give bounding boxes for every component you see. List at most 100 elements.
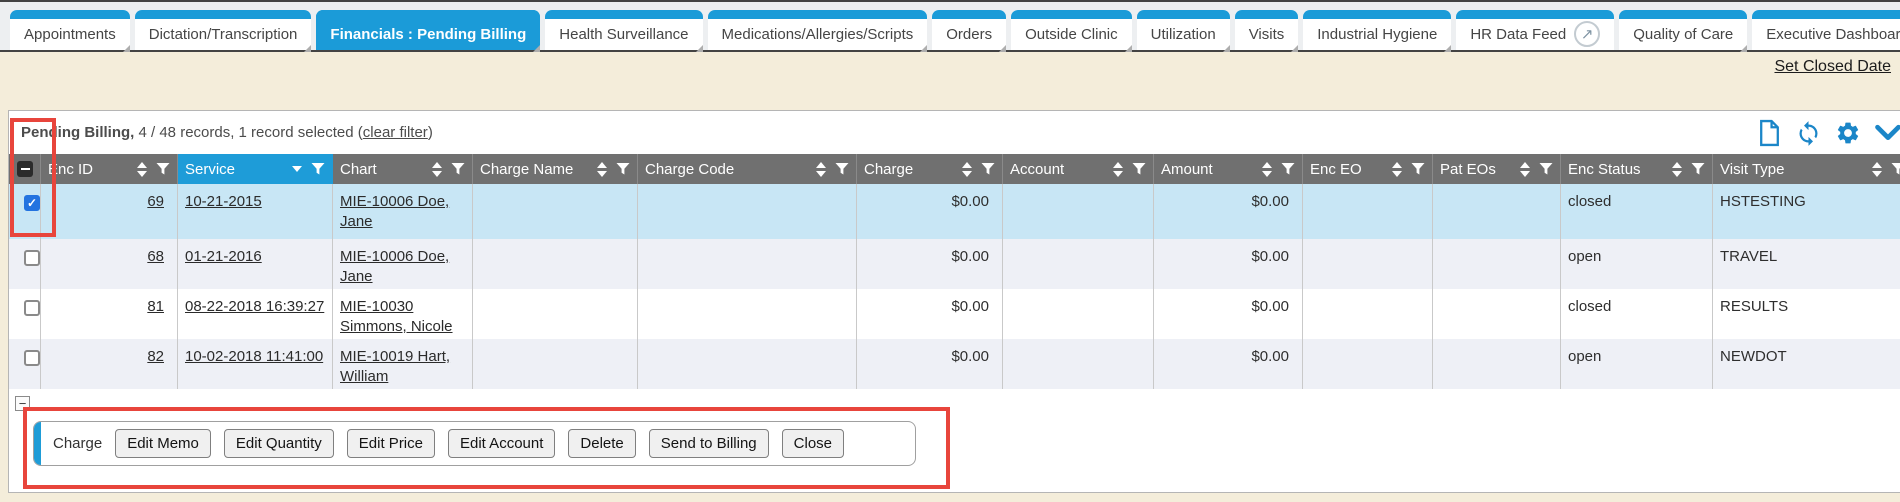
- sort-icon[interactable]: [816, 162, 826, 177]
- service-link[interactable]: 10-02-2018 11:41:00: [185, 348, 323, 365]
- chart-link[interactable]: MIE-10006 Doe, Jane: [340, 193, 449, 230]
- tab-appointments[interactable]: Appointments: [10, 10, 130, 50]
- close-button[interactable]: Close: [782, 429, 844, 458]
- header-enc-eo[interactable]: Enc EO: [1303, 154, 1433, 184]
- enc-id-link[interactable]: 68: [147, 248, 164, 265]
- header-account[interactable]: Account: [1003, 154, 1154, 184]
- sort-icon[interactable]: [1262, 162, 1272, 177]
- panel-toolbar: [1757, 119, 1900, 147]
- edit-memo-button[interactable]: Edit Memo: [115, 429, 211, 458]
- sort-icon[interactable]: [1872, 162, 1882, 177]
- header-chart[interactable]: Chart: [333, 154, 473, 184]
- filter-icon[interactable]: [1411, 162, 1425, 176]
- send-to-billing-button[interactable]: Send to Billing: [649, 429, 769, 458]
- gear-icon[interactable]: [1835, 120, 1861, 146]
- table-row: 68 01-21-2016 MIE-10006 Doe, Jane $0.00 …: [9, 239, 1900, 289]
- sort-icon[interactable]: [1113, 162, 1123, 177]
- tab-utilization[interactable]: Utilization: [1137, 10, 1230, 50]
- charge-code-cell: [638, 339, 857, 389]
- tab-bar: Appointments Dictation/Transcription Fin…: [0, 0, 1900, 52]
- select-all-checkbox[interactable]: [17, 161, 33, 177]
- sort-icon[interactable]: [137, 162, 147, 177]
- document-icon[interactable]: [1757, 119, 1782, 147]
- column-label: Chart: [340, 161, 377, 178]
- filter-icon[interactable]: [835, 162, 849, 176]
- header-pat-eos[interactable]: Pat EOs: [1433, 154, 1561, 184]
- collapse-toggle-icon[interactable]: −: [15, 396, 30, 411]
- service-link[interactable]: 01-21-2016: [185, 248, 262, 265]
- chevron-down-icon[interactable]: [1874, 121, 1900, 145]
- tab-dictation-transcription[interactable]: Dictation/Transcription: [135, 10, 312, 50]
- refresh-icon[interactable]: [1795, 120, 1822, 147]
- row-checkbox[interactable]: [24, 250, 40, 266]
- chart-link[interactable]: MIE-10030 Simmons, Nicole: [340, 298, 453, 335]
- tab-health-surveillance[interactable]: Health Surveillance: [545, 10, 702, 50]
- filter-icon[interactable]: [981, 162, 995, 176]
- tab-hr-data-feed[interactable]: HR Data Feed↗: [1456, 10, 1614, 50]
- header-charge-name[interactable]: Charge Name: [473, 154, 638, 184]
- chart-link[interactable]: MIE-10006 Doe, Jane: [340, 248, 449, 285]
- tab-visits[interactable]: Visits: [1235, 10, 1299, 50]
- sort-icon[interactable]: [597, 162, 607, 177]
- sort-icon[interactable]: [1672, 162, 1682, 177]
- external-link-icon[interactable]: ↗: [1574, 21, 1600, 47]
- header-charge[interactable]: Charge: [857, 154, 1003, 184]
- chart-cell: MIE-10019 Hart, William: [333, 339, 473, 389]
- service-link[interactable]: 10-21-2015: [185, 193, 262, 210]
- edit-account-button[interactable]: Edit Account: [448, 429, 555, 458]
- service-link[interactable]: 08-22-2018 16:39:27: [185, 298, 324, 315]
- sort-desc-icon[interactable]: [292, 166, 302, 172]
- tab-outside-clinic[interactable]: Outside Clinic: [1011, 10, 1132, 50]
- header-enc-id[interactable]: Enc ID: [41, 154, 178, 184]
- set-closed-date-link[interactable]: Set Closed Date: [1774, 58, 1891, 76]
- delete-button[interactable]: Delete: [568, 429, 635, 458]
- sort-icon[interactable]: [1520, 162, 1530, 177]
- enc-id-link[interactable]: 69: [147, 193, 164, 210]
- edit-quantity-button[interactable]: Edit Quantity: [224, 429, 334, 458]
- header-amount[interactable]: Amount: [1154, 154, 1303, 184]
- filter-icon[interactable]: [311, 162, 325, 176]
- summary-close-paren: ): [428, 124, 433, 141]
- filter-icon[interactable]: [1691, 162, 1705, 176]
- tab-dropdown-fold-icon: [304, 45, 311, 52]
- clear-filter-link[interactable]: clear filter: [363, 124, 428, 141]
- header-charge-code[interactable]: Charge Code: [638, 154, 857, 184]
- enc-id-link[interactable]: 82: [147, 348, 164, 365]
- amount-cell: $0.00: [1154, 239, 1303, 289]
- enc-id-link[interactable]: 81: [147, 298, 164, 315]
- chart-link[interactable]: MIE-10019 Hart, William: [340, 348, 450, 385]
- sort-icon[interactable]: [432, 162, 442, 177]
- filter-icon[interactable]: [451, 162, 465, 176]
- sort-icon[interactable]: [962, 162, 972, 177]
- tab-executive-dashboard[interactable]: Executive Dashboard↗: [1752, 10, 1900, 50]
- filter-icon[interactable]: [1891, 162, 1900, 176]
- tab-quality-of-care[interactable]: Quality of Care: [1619, 10, 1747, 50]
- enc-id-cell: 68: [41, 239, 178, 289]
- filter-icon[interactable]: [1281, 162, 1295, 176]
- row-checkbox[interactable]: [24, 300, 40, 316]
- enc-id-cell: 81: [41, 289, 178, 339]
- tab-financials-pending-billing[interactable]: Financials : Pending Billing: [316, 10, 540, 50]
- chart-cell: MIE-10030 Simmons, Nicole: [333, 289, 473, 339]
- tab-industrial-hygiene[interactable]: Industrial Hygiene: [1303, 10, 1451, 50]
- tab-label: Dictation/Transcription: [149, 26, 298, 43]
- pat-eos-cell: [1433, 339, 1561, 389]
- header-service[interactable]: Service: [178, 154, 333, 184]
- header-visit-type[interactable]: Visit Type: [1713, 154, 1900, 184]
- tab-label: Medications/Allergies/Scripts: [722, 26, 914, 43]
- tab-medications-allergies-scripts[interactable]: Medications/Allergies/Scripts: [708, 10, 928, 50]
- filter-icon[interactable]: [1539, 162, 1553, 176]
- edit-price-button[interactable]: Edit Price: [347, 429, 435, 458]
- filter-icon[interactable]: [1132, 162, 1146, 176]
- column-label: Pat EOs: [1440, 161, 1496, 178]
- row-checkbox-checked[interactable]: ✓: [24, 195, 40, 211]
- charge-cell: $0.00: [857, 239, 1003, 289]
- row-checkbox[interactable]: [24, 350, 40, 366]
- sort-icon[interactable]: [1392, 162, 1402, 177]
- tab-dropdown-fold-icon: [1444, 45, 1451, 52]
- charge-cell: $0.00: [857, 339, 1003, 389]
- header-enc-status[interactable]: Enc Status: [1561, 154, 1713, 184]
- filter-icon[interactable]: [616, 162, 630, 176]
- tab-orders[interactable]: Orders: [932, 10, 1006, 50]
- filter-icon[interactable]: [156, 162, 170, 176]
